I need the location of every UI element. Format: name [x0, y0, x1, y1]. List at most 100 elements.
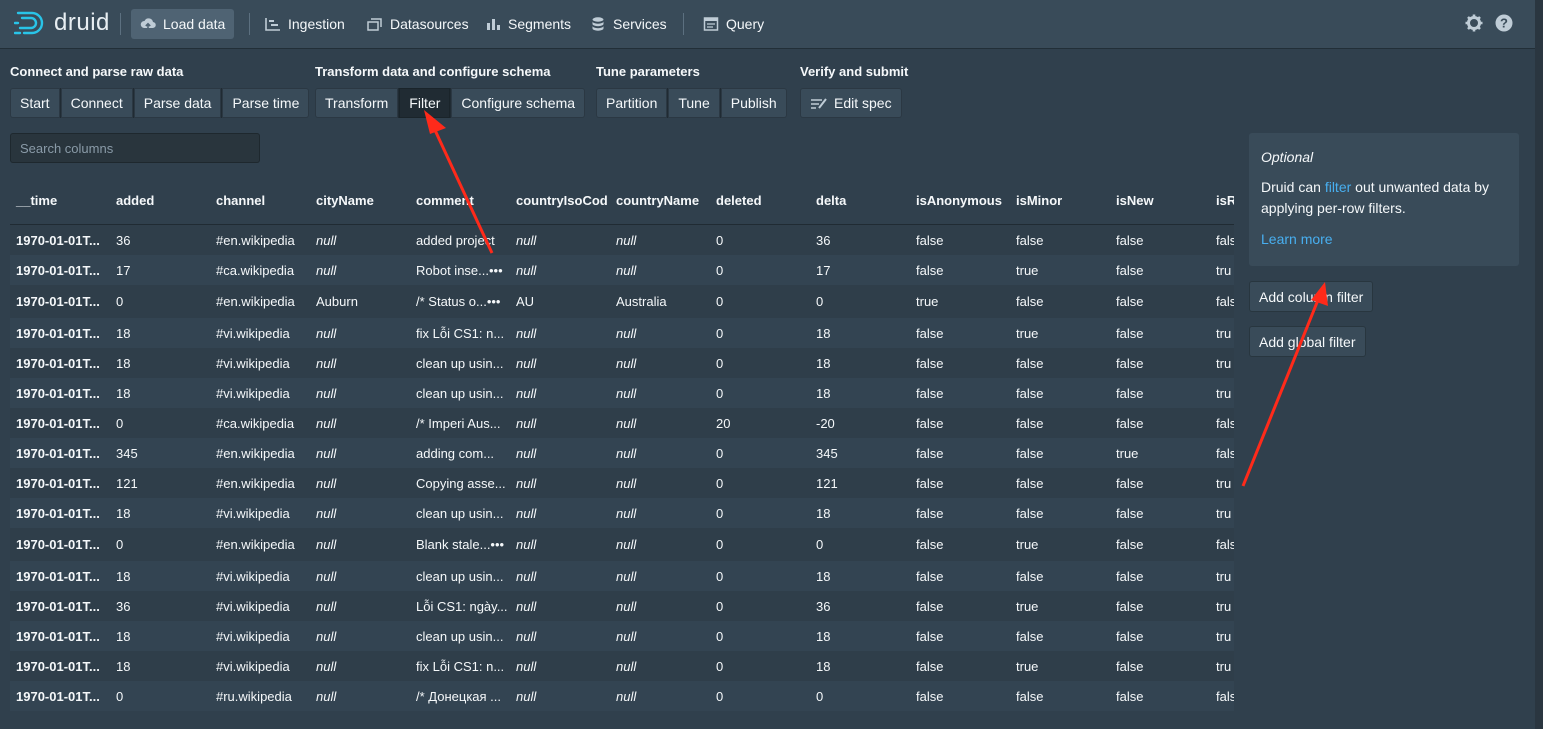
column-header[interactable]: delta	[810, 176, 910, 225]
table-cell: false	[910, 561, 1010, 591]
search-columns-input[interactable]	[10, 133, 260, 163]
column-header[interactable]: comment	[410, 176, 510, 225]
column-header[interactable]: added	[110, 176, 210, 225]
table-cell: 36	[110, 591, 210, 621]
nav-ingestion[interactable]: Ingestion	[256, 9, 354, 39]
column-header[interactable]: isMinor	[1010, 176, 1110, 225]
gear-icon[interactable]	[1465, 14, 1483, 32]
table-cell: 0	[710, 681, 810, 711]
nav-query[interactable]: Query	[694, 9, 773, 39]
table-cell: false	[910, 498, 1010, 528]
table-cell: false	[1110, 498, 1210, 528]
table-cell: null	[310, 318, 410, 348]
table-cell: false	[1010, 621, 1110, 651]
table-cell: 1970-01-01T...	[10, 255, 110, 285]
table-cell: false	[1010, 468, 1110, 498]
table-cell: 1970-01-01T...	[10, 591, 110, 621]
table-cell: 20	[710, 408, 810, 438]
table-cell: -20	[810, 408, 910, 438]
add-global-filter-button[interactable]: Add global filter	[1249, 326, 1366, 357]
table-cell: 1970-01-01T...	[10, 621, 110, 651]
column-header[interactable]: countryIsoCod	[510, 176, 610, 225]
learn-more-link[interactable]: Learn more	[1261, 229, 1333, 250]
column-header[interactable]: __time	[10, 176, 110, 225]
nav-load-data[interactable]: Load data	[131, 9, 235, 39]
table-cell: false	[1110, 408, 1210, 438]
table-cell: 1970-01-01T...	[10, 318, 110, 348]
table-cell: 121	[810, 468, 910, 498]
table-row: 1970-01-01T... 18 #vi.wikipedia null clean u…	[10, 498, 1234, 528]
svg-text:?: ?	[1500, 16, 1508, 31]
step-connect-button[interactable]: Connect	[60, 88, 134, 118]
step-publish-button[interactable]: Publish	[720, 88, 787, 118]
column-header[interactable]: cityName	[310, 176, 410, 225]
table-cell: false	[1010, 378, 1110, 408]
table-cell: fals	[1210, 408, 1234, 438]
nav-segments[interactable]: Segments	[476, 9, 580, 39]
step-configure-schema-button[interactable]: Configure schema	[451, 88, 586, 118]
table-cell: false	[910, 255, 1010, 285]
step-edit-spec-button[interactable]: Edit spec	[800, 88, 902, 118]
table-cell: null	[510, 591, 610, 621]
table-cell: 0	[110, 681, 210, 711]
column-header[interactable]: countryName	[610, 176, 710, 225]
table-cell: 121	[110, 468, 210, 498]
table-cell: fals	[1210, 681, 1234, 711]
add-column-filter-button[interactable]: Add column filter	[1249, 281, 1374, 312]
table-cell: 0	[110, 408, 210, 438]
table-cell: 0	[710, 348, 810, 378]
step-partition-button[interactable]: Partition	[596, 88, 669, 118]
column-header[interactable]: isR	[1210, 176, 1234, 225]
table-cell: 18	[110, 621, 210, 651]
table-cell: 1970-01-01T...	[10, 378, 110, 408]
annotation-arrow	[1241, 282, 1328, 487]
help-icon[interactable]: ?	[1495, 14, 1513, 32]
edit-spec-icon	[811, 98, 827, 109]
table-row: 1970-01-01T... 121 #en.wikipedia null Copyin…	[10, 468, 1234, 498]
table-cell: null	[610, 348, 710, 378]
column-header[interactable]: deleted	[710, 176, 810, 225]
table-cell: 1970-01-01T...	[10, 498, 110, 528]
druid-logo-icon	[14, 11, 44, 35]
druid-logo[interactable]: druid	[14, 9, 110, 37]
table-cell: true	[1010, 255, 1110, 285]
table-cell: false	[910, 468, 1010, 498]
nav-datasources[interactable]: Datasources	[358, 9, 478, 39]
table-cell: Lỗi CS1: ngày...	[410, 591, 510, 621]
table-cell: 18	[810, 318, 910, 348]
nav-query-label: Query	[726, 16, 765, 32]
column-header[interactable]: isAnonymous	[910, 176, 1010, 225]
step-group-connect: Connect and parse raw data Start Connect…	[10, 64, 310, 118]
nav-segments-label: Segments	[508, 16, 572, 32]
table-cell: fals	[1210, 438, 1234, 468]
table-cell: 18	[110, 561, 210, 591]
column-header[interactable]: channel	[210, 176, 310, 225]
step-filter-button[interactable]: Filter	[399, 88, 452, 118]
table-cell: null	[310, 621, 410, 651]
table-cell: null	[510, 224, 610, 255]
table-cell: false	[1110, 318, 1210, 348]
step-transform-button[interactable]: Transform	[315, 88, 400, 118]
table-cell: null	[610, 408, 710, 438]
table-row: 1970-01-01T... 345 #en.wikipedia null adding…	[10, 438, 1234, 468]
table-row: 1970-01-01T... 18 #vi.wikipedia null fix Lỗi…	[10, 318, 1234, 348]
step-start-button[interactable]: Start	[10, 88, 61, 118]
table-cell: 1970-01-01T...	[10, 528, 110, 561]
step-group-transform: Transform data and configure schema Tran…	[315, 64, 586, 118]
table-cell: tru	[1210, 255, 1234, 285]
step-parse-time-button[interactable]: Parse time	[222, 88, 310, 118]
table-cell: #vi.wikipedia	[210, 498, 310, 528]
table-cell: null	[310, 348, 410, 378]
table-cell: false	[1010, 498, 1110, 528]
table-cell: 0	[110, 528, 210, 561]
filter-doc-link[interactable]: filter	[1325, 179, 1351, 195]
nav-services[interactable]: Services	[581, 9, 676, 39]
table-cell: false	[1010, 561, 1110, 591]
step-tune-button[interactable]: Tune	[668, 88, 721, 118]
step-parse-data-button[interactable]: Parse data	[133, 88, 223, 118]
table-cell: false	[1110, 348, 1210, 378]
table-cell: #vi.wikipedia	[210, 378, 310, 408]
table-cell: false	[910, 621, 1010, 651]
page-scrollbar[interactable]	[1535, 0, 1543, 729]
column-header[interactable]: isNew	[1110, 176, 1210, 225]
